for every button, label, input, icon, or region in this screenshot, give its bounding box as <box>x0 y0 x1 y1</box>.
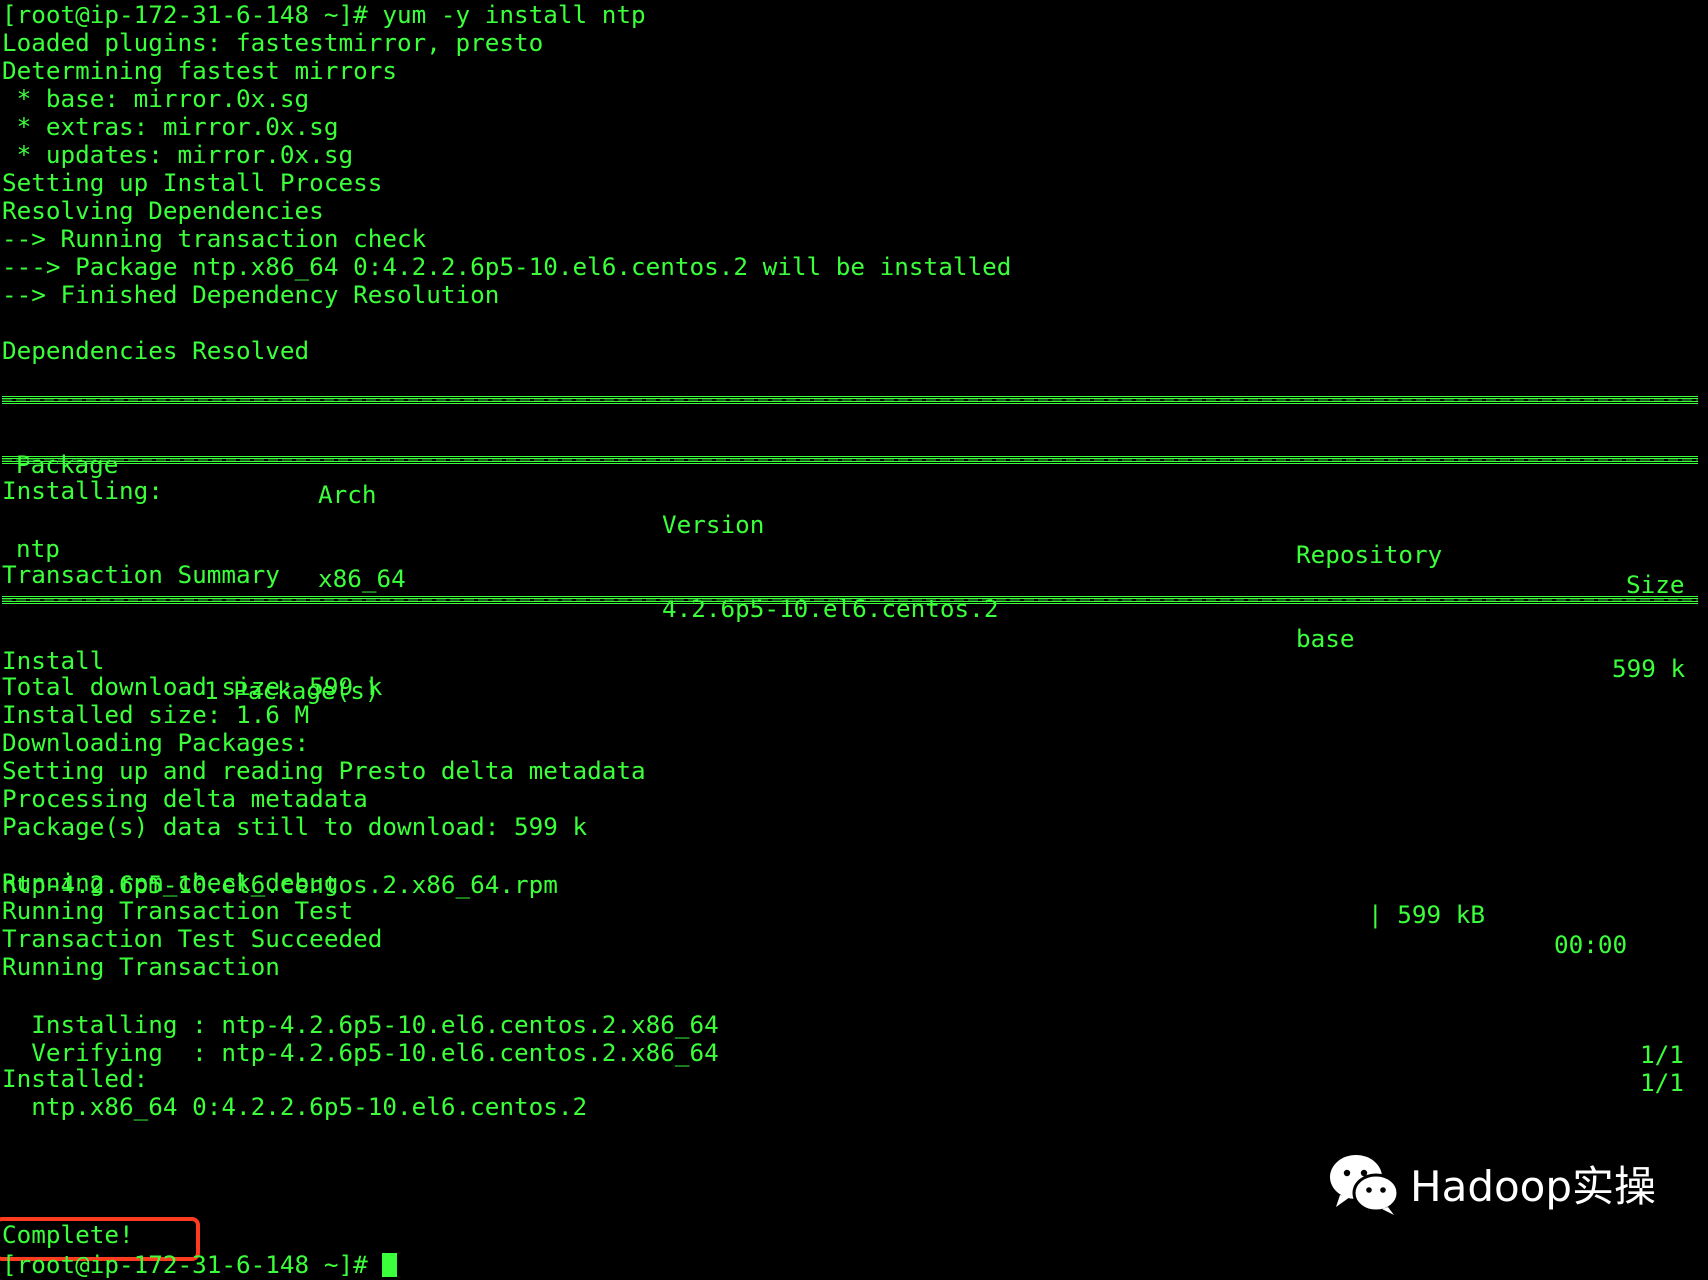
cell-size: 599 k <box>1612 654 1686 683</box>
table-row: ntp x86_64 4.2.6p5-10.el6.centos.2 base … <box>2 504 1702 683</box>
cell-repository: base <box>1296 624 1355 653</box>
watermark: Hadoop实操 <box>1326 1152 1656 1222</box>
terminal-output-line: Running Transaction Test <box>2 896 354 925</box>
watermark-text: Hadoop实操 <box>1410 1162 1657 1211</box>
terminal-output-line: * extras: mirror.0x.sg <box>2 112 339 141</box>
terminal-output-line: Running rpm_check_debug <box>2 868 339 897</box>
terminal-output-line: Downloading Packages: <box>2 728 310 757</box>
terminal-output-line: Dependencies Resolved <box>2 336 310 365</box>
terminal-output-line: * updates: mirror.0x.sg <box>2 140 354 169</box>
cell-arch: x86_64 <box>318 564 406 593</box>
terminal-output-line: Setting up and reading Presto delta meta… <box>2 756 646 785</box>
terminal-output-line: Package(s) data still to download: 599 k <box>2 812 588 841</box>
terminal-output-line: ---> Package ntp.x86_64 0:4.2.2.6p5-10.e… <box>2 252 1012 281</box>
terminal-output-line: Loaded plugins: fastestmirror, presto <box>2 28 544 57</box>
summary-install-row: Install 1 Package(s) <box>2 616 602 705</box>
terminal-output-line: Running Transaction <box>2 952 280 981</box>
terminal-prompt: [root@ip-172-31-6-148 ~]# <box>2 1250 383 1279</box>
column-header-repository: Repository <box>1296 540 1443 569</box>
installed-title: Installed: <box>2 1064 149 1093</box>
table-section-label: Installing: <box>2 476 163 505</box>
terminal-output-line: Setting up Install Process <box>2 168 383 197</box>
terminal-output-line: Installed size: 1.6 M <box>2 700 310 729</box>
terminal-output-line: * base: mirror.0x.sg <box>2 84 310 113</box>
summary-title: Transaction Summary <box>2 560 280 589</box>
table-top-rule <box>2 396 1698 404</box>
transaction-step-row: Verifying : ntp-4.2.6p5-10.el6.centos.2.… <box>2 1008 1702 1097</box>
terminal-output-line: Resolving Dependencies <box>2 196 324 225</box>
terminal-window[interactable]: [root@ip-172-31-6-148 ~]# yum -y install… <box>0 0 1708 1279</box>
terminal-output-line: Processing delta metadata <box>2 784 368 813</box>
table-header-rule <box>2 456 1698 464</box>
summary-rule <box>2 596 1698 604</box>
terminal-output-line: Transaction Test Succeeded <box>2 924 383 953</box>
transaction-step-row: Installing : ntp-4.2.6p5-10.el6.centos.2… <box>2 980 1702 1069</box>
wechat-icon <box>1326 1151 1402 1224</box>
terminal-output-line: --> Running transaction check <box>2 224 427 253</box>
terminal-cursor <box>382 1253 398 1277</box>
step-progress: 1/1 <box>1640 1068 1684 1097</box>
download-time: 00:00 <box>1554 930 1628 959</box>
download-size: | 599 kB <box>1368 900 1486 929</box>
installed-package: ntp.x86_64 0:4.2.2.6p5-10.el6.centos.2 <box>2 1092 588 1121</box>
step-progress: 1/1 <box>1640 1040 1684 1069</box>
table-header-row: Package Arch Version Repository Size <box>2 420 1702 599</box>
terminal-output-line: Determining fastest mirrors <box>2 56 397 85</box>
terminal-output-line: Total download size: 599 k <box>2 672 383 701</box>
download-progress-row: ntp-4.2.6p5-10.el6.centos.2.x86_64.rpm |… <box>2 840 1702 959</box>
terminal-output-line: --> Finished Dependency Resolution <box>2 280 500 309</box>
terminal-command-line: [root@ip-172-31-6-148 ~]# yum -y install… <box>2 0 646 29</box>
terminal-prompt-line[interactable]: [root@ip-172-31-6-148 ~]# <box>2 1250 398 1280</box>
